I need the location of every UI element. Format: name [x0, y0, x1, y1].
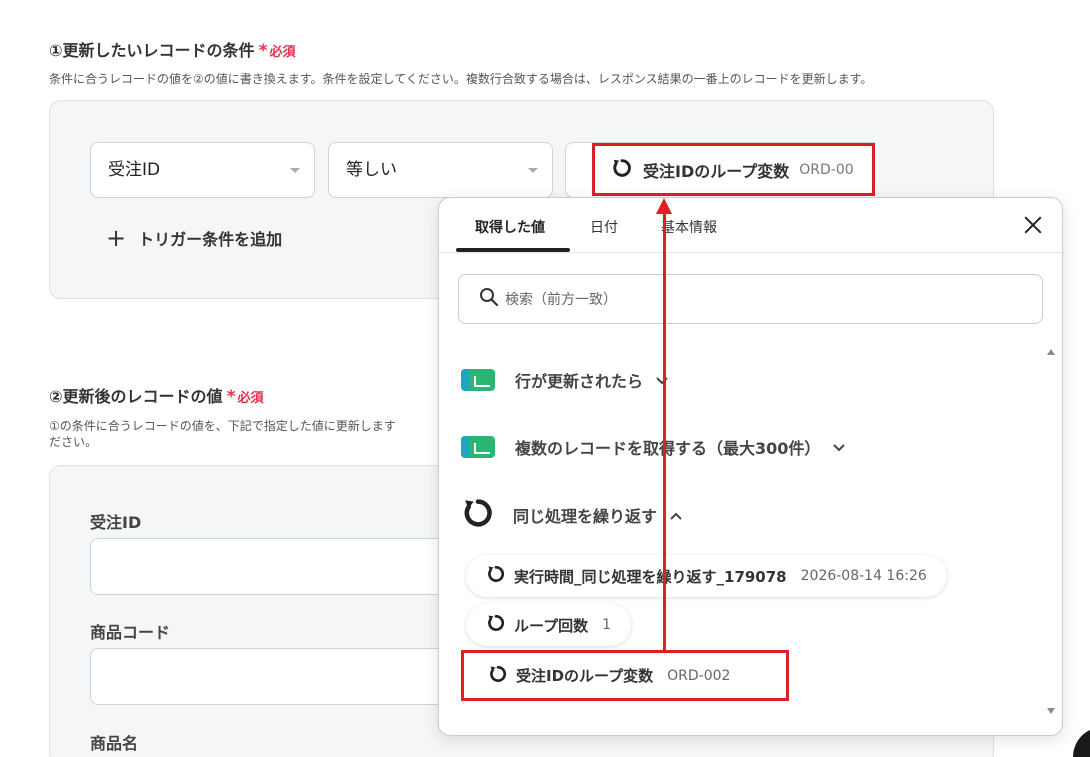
- section1-description: 条件に合うレコードの値を②の値に書き換えます。条件を設定してください。複数行合致…: [49, 72, 873, 86]
- required-label: 必須: [237, 391, 264, 406]
- scroll-down-arrow[interactable]: [1047, 708, 1055, 714]
- value-item-loop-count[interactable]: ループ回数 1: [466, 604, 632, 646]
- spreadsheet-icon: [461, 436, 495, 458]
- loop-icon: [486, 613, 506, 637]
- section1-title-text: ①更新したいレコードの条件: [49, 41, 255, 60]
- chevron-down-icon: [290, 168, 300, 173]
- loop-icon: [486, 564, 506, 588]
- tab-basic-info[interactable]: 基本情報: [661, 217, 717, 237]
- item-label: ループ回数: [514, 616, 589, 635]
- search-input[interactable]: 検索（前方一致）: [458, 274, 1043, 324]
- help-button[interactable]: [1073, 727, 1090, 757]
- tab-date[interactable]: 日付: [590, 217, 618, 237]
- tab-acquired-values[interactable]: 取得した値: [475, 217, 545, 237]
- group-title: 行が更新されたら: [515, 372, 644, 391]
- chevron-up-icon: [669, 506, 683, 525]
- annotation-arrow-line: [663, 210, 666, 650]
- item-label: 受注IDのループ変数: [516, 667, 654, 685]
- scroll-up-arrow[interactable]: [1047, 349, 1055, 355]
- field-label-order-id: 受注ID: [90, 513, 142, 532]
- section2-title-text: ②更新後のレコードの値: [49, 387, 223, 406]
- chevron-down-icon: [528, 168, 538, 173]
- field-input-order-id[interactable]: [90, 538, 490, 595]
- section1-title: ①更新したいレコードの条件 * 必須: [49, 37, 295, 61]
- item-value: 1: [602, 617, 612, 633]
- required-star: *: [226, 387, 236, 407]
- chevron-down-icon: [832, 438, 846, 457]
- condition-operator-value: 等しい: [346, 160, 397, 180]
- condition-field-value: 受注ID: [108, 160, 161, 180]
- section2-title: ②更新後のレコードの値 * 必須: [49, 383, 263, 407]
- close-icon[interactable]: [1020, 212, 1046, 238]
- field-input-product-code[interactable]: [90, 648, 490, 705]
- item-value: 2026-08-14 16:26: [800, 568, 927, 584]
- group-row-updated[interactable]: 行が更新されたら: [461, 368, 669, 392]
- condition-operator-select[interactable]: 等しい: [328, 142, 553, 198]
- condition-value-chip[interactable]: 受注IDのループ変数 ORD-00: [592, 143, 875, 196]
- item-label: 実行時間_同じ処理を繰り返す_179078: [514, 567, 787, 586]
- item-value: ORD-002: [667, 667, 731, 684]
- chip-label: 受注IDのループ変数: [643, 161, 790, 181]
- loop-icon: [488, 664, 508, 688]
- condition-field-select[interactable]: 受注ID: [90, 142, 315, 198]
- section2-description-line2: ださい。: [49, 435, 98, 449]
- loop-icon: [461, 496, 495, 534]
- popup-tabs: 取得した値 日付 基本情報: [439, 198, 1062, 253]
- active-tab-indicator: [456, 248, 570, 252]
- group-title: 同じ処理を繰り返す: [513, 507, 658, 526]
- value-item-execution-time[interactable]: 実行時間_同じ処理を繰り返す_179078 2026-08-14 16:26: [466, 555, 947, 597]
- group-get-records[interactable]: 複数のレコードを取得する（最大300件）: [461, 435, 846, 459]
- annotation-arrow-head: [656, 198, 672, 214]
- section2-description: ①の条件に合うレコードの値を、下記で指定した値に更新します ださい。: [49, 418, 439, 450]
- loop-icon: [611, 157, 633, 183]
- search-placeholder: 検索（前方一致）: [505, 292, 617, 308]
- spreadsheet-icon: [461, 369, 495, 391]
- search-icon: [479, 287, 499, 311]
- field-label-product-code: 商品コード: [90, 623, 171, 642]
- required-star: *: [258, 41, 268, 61]
- section2-description-line1: ①の条件に合うレコードの値を、下記で指定した値に更新します: [49, 419, 396, 433]
- group-loop[interactable]: 同じ処理を繰り返す: [461, 496, 683, 534]
- add-trigger-condition-button[interactable]: + トリガー条件を追加: [106, 226, 282, 250]
- field-label-product-name: 商品名: [90, 734, 139, 753]
- chip-value: ORD-00: [799, 161, 854, 178]
- value-item-order-id-loop-variable[interactable]: 受注IDのループ変数 ORD-002: [461, 650, 789, 701]
- required-label: 必須: [269, 45, 296, 60]
- plus-icon: +: [106, 224, 127, 252]
- value-picker-popup: 取得した値 日付 基本情報 検索（前方一致） 行が更新されたら 複数のレコードを…: [438, 197, 1063, 736]
- add-trigger-label: トリガー条件を追加: [138, 230, 283, 249]
- group-title: 複数のレコードを取得する（最大300件）: [515, 439, 821, 458]
